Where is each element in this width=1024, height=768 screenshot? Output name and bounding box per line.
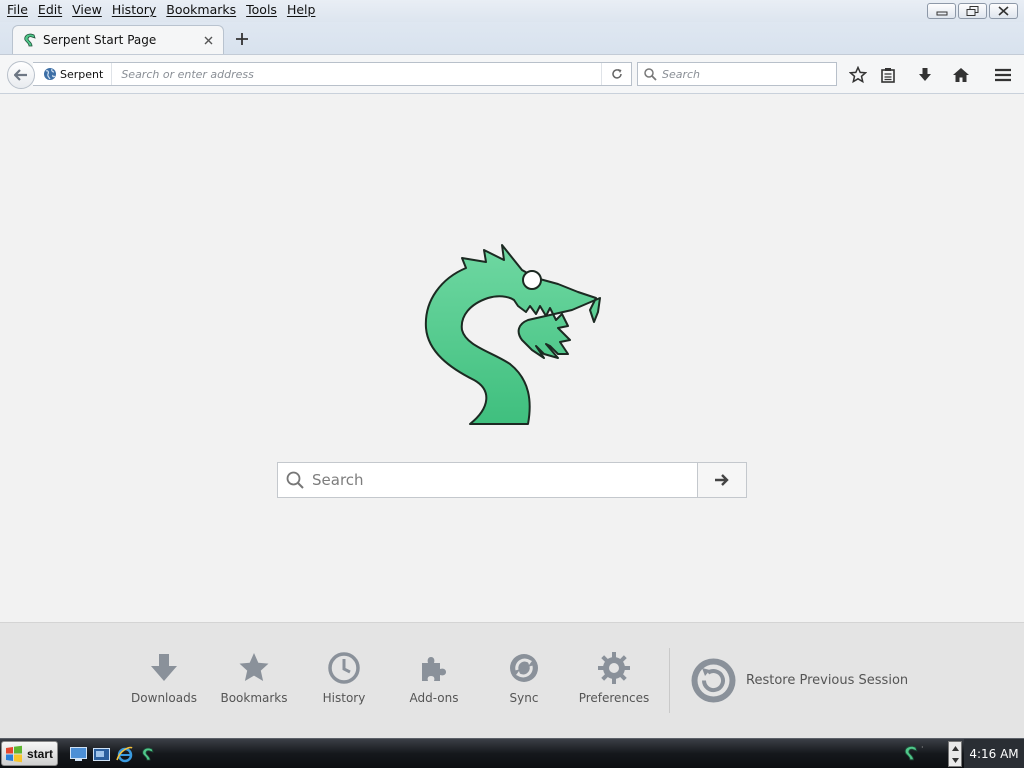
menu-tools[interactable]: Tools: [241, 2, 282, 17]
arrow-right-icon: [715, 474, 729, 486]
launcher-sync[interactable]: Sync: [479, 651, 569, 705]
chevron-down-icon: [951, 757, 959, 763]
menu-edit[interactable]: Edit: [33, 2, 67, 17]
launcher-label: Add-ons: [409, 691, 459, 705]
gear-icon: [598, 652, 630, 684]
restore-session-label: Restore Previous Session: [746, 673, 909, 688]
tab-close-button[interactable]: [201, 33, 215, 47]
site-identity-label: Serpent: [60, 67, 104, 81]
launcher-label: Bookmarks: [220, 691, 288, 705]
chevron-up-icon: [951, 745, 959, 751]
windows-logo-icon: [6, 745, 22, 762]
desktop-icon: [69, 746, 87, 761]
restore-button[interactable]: [958, 3, 987, 19]
menu-file[interactable]: File: [2, 2, 33, 17]
serpent-logo: [424, 244, 601, 425]
tab-title: Serpent Start Page: [43, 33, 157, 47]
reading-list-icon: [881, 68, 895, 83]
window-switch-icon: [92, 747, 110, 761]
launcher-bar: Downloads Bookmarks History Add-ons Sync: [0, 622, 1024, 738]
home-icon: [953, 68, 969, 82]
window-controls: [927, 3, 1018, 19]
home-button[interactable]: [950, 64, 972, 86]
address-input[interactable]: [112, 67, 601, 81]
start-button[interactable]: start: [1, 741, 58, 766]
bookmark-star-button[interactable]: [847, 64, 869, 86]
restore-session-icon: [691, 658, 736, 703]
launcher-downloads[interactable]: Downloads: [119, 651, 209, 705]
downloads-button[interactable]: [914, 64, 936, 86]
minimize-icon: [936, 11, 947, 16]
launcher-label: Sync: [509, 691, 539, 705]
close-button[interactable]: [989, 3, 1018, 19]
serpent-tray-icon[interactable]: [901, 744, 919, 762]
globe-icon: [44, 68, 56, 80]
minimize-button[interactable]: [927, 3, 956, 19]
main-search-input[interactable]: [312, 463, 697, 497]
quicklaunch-serpent[interactable]: [138, 745, 156, 763]
launcher-divider: [669, 648, 670, 713]
restore-session-button[interactable]: Restore Previous Session: [690, 657, 908, 704]
menu-bar: File Edit View History Bookmarks Tools H…: [2, 2, 320, 17]
menu-help[interactable]: Help: [282, 2, 321, 17]
close-icon: [998, 6, 1009, 16]
url-bar: Serpent: [33, 62, 632, 86]
search-bar: [637, 62, 837, 86]
launcher-bookmarks[interactable]: Bookmarks: [209, 651, 299, 705]
launcher-preferences[interactable]: Preferences: [569, 651, 659, 705]
sync-icon: [510, 654, 538, 682]
menu-bookmarks[interactable]: Bookmarks: [161, 2, 241, 17]
title-bar: File Edit View History Bookmarks Tools H…: [0, 0, 1024, 22]
launcher-addons[interactable]: Add-ons: [389, 651, 479, 705]
tray-scroll[interactable]: [948, 741, 962, 767]
clock-icon: [328, 652, 360, 684]
launcher-label: Downloads: [131, 691, 197, 705]
internet-explorer-icon: [115, 746, 133, 762]
reading-list-button[interactable]: [877, 64, 899, 86]
back-icon: [14, 69, 27, 81]
plus-icon: [236, 33, 248, 45]
tab-strip: Serpent Start Page: [0, 22, 1024, 54]
launcher-history[interactable]: History: [299, 651, 389, 705]
puzzle-icon: [422, 657, 446, 681]
quicklaunch-window-switch[interactable]: [92, 745, 110, 763]
taskbar-clock[interactable]: 4:16 AM: [964, 739, 1024, 768]
menu-history[interactable]: History: [107, 2, 161, 17]
search-input[interactable]: [657, 67, 836, 81]
download-icon: [151, 654, 177, 681]
quicklaunch-desktop[interactable]: [69, 745, 87, 763]
reload-icon: [611, 69, 622, 79]
tray-indicator: ·: [921, 743, 924, 752]
serpent-icon: [24, 33, 36, 47]
search-go-button[interactable]: [697, 463, 746, 497]
download-icon: [919, 68, 931, 81]
serpent-icon: [142, 747, 154, 761]
launcher-label: History: [322, 691, 366, 705]
tab-serpent-start-page[interactable]: Serpent Start Page: [12, 25, 224, 54]
navigation-bar: Serpent: [0, 54, 1024, 94]
main-search-icon-wrap: [278, 471, 312, 489]
search-icon: [286, 471, 304, 489]
reload-button[interactable]: [601, 63, 631, 85]
star-icon: [239, 653, 269, 681]
menu-button[interactable]: [992, 64, 1014, 86]
menu-icon: [995, 68, 1011, 82]
os-taskbar: start · 4:16 AM: [0, 738, 1024, 768]
restore-icon: [966, 5, 979, 16]
menu-view[interactable]: View: [67, 2, 107, 17]
new-tab-button[interactable]: [232, 29, 252, 49]
star-icon: [849, 66, 867, 84]
quicklaunch-ie[interactable]: [115, 745, 133, 763]
close-icon: [204, 36, 212, 44]
back-button[interactable]: [7, 61, 35, 89]
start-page: [0, 95, 1024, 622]
main-search-box: [277, 462, 747, 498]
site-identity[interactable]: Serpent: [33, 63, 113, 85]
search-icon: [644, 67, 657, 81]
start-label: start: [27, 746, 54, 761]
launcher-label: Preferences: [578, 691, 650, 705]
